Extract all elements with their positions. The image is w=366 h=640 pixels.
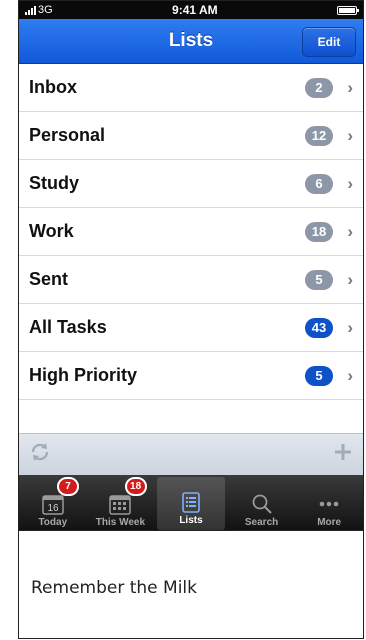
count-badge: 5 <box>305 269 333 290</box>
tab-this-week[interactable]: 18 This Week <box>87 475 155 530</box>
search-icon <box>250 493 274 515</box>
count-badge: 5 <box>305 365 333 386</box>
list-row-inbox[interactable]: Inbox 2 › <box>19 64 363 112</box>
carrier-label: 3G <box>38 4 53 16</box>
app-caption: Remember the Milk <box>31 578 197 598</box>
list-label: Work <box>29 221 74 241</box>
navigation-bar: Lists Edit <box>19 19 363 64</box>
refresh-icon[interactable] <box>29 441 51 469</box>
chevron-right-icon: › <box>347 221 353 241</box>
list-row-sent[interactable]: Sent 5 › <box>19 256 363 304</box>
chevron-right-icon: › <box>347 77 353 97</box>
tab-label: Search <box>244 517 279 528</box>
tab-badge: 18 <box>124 477 147 496</box>
battery-icon <box>336 5 359 15</box>
count-badge: 6 <box>305 173 333 194</box>
list-row-study[interactable]: Study 6 › <box>19 160 363 208</box>
bottom-toolbar <box>19 433 363 475</box>
tab-label: More <box>317 517 342 528</box>
chevron-right-icon: › <box>347 317 353 337</box>
chevron-right-icon: › <box>347 173 353 193</box>
clock: 9:41 AM <box>172 3 218 17</box>
status-bar: 3G 9:41 AM <box>19 1 363 19</box>
signal-indicator: 3G <box>25 4 53 16</box>
count-badge: 43 <box>305 317 333 338</box>
list-label: High Priority <box>29 365 138 385</box>
list-label: Study <box>29 173 80 193</box>
plus-icon[interactable] <box>333 442 353 468</box>
tab-lists[interactable]: Lists <box>157 477 225 530</box>
today-day-number: 16 <box>47 503 59 514</box>
list-label: Personal <box>29 125 106 145</box>
phone-screen: 3G 9:41 AM Lists Edit Inbox 2 › Personal… <box>18 0 364 531</box>
lists-table: Inbox 2 › Personal 12 › Study 6 › Work 1… <box>19 64 363 400</box>
lists-icon <box>179 491 203 513</box>
calendar-week-icon <box>108 493 132 515</box>
tab-label: Today <box>38 517 68 528</box>
tab-more[interactable]: More <box>295 475 363 530</box>
tab-label: This Week <box>95 517 146 528</box>
chevron-right-icon: › <box>347 125 353 145</box>
caption-panel: Remember the Milk <box>18 531 364 639</box>
count-badge: 18 <box>305 221 333 242</box>
tab-label: Lists <box>179 515 203 526</box>
list-row-all-tasks[interactable]: All Tasks 43 › <box>19 304 363 352</box>
list-label: Sent <box>29 269 69 289</box>
tab-badge: 7 <box>57 477 79 496</box>
tab-bar: 16 7 Today 18 This Week Lists Search Mor… <box>19 475 363 530</box>
edit-button[interactable]: Edit <box>302 27 356 57</box>
list-label: Inbox <box>29 77 77 97</box>
tab-search[interactable]: Search <box>228 475 296 530</box>
chevron-right-icon: › <box>347 269 353 289</box>
chevron-right-icon: › <box>347 365 353 385</box>
count-badge: 2 <box>305 77 333 98</box>
list-label: All Tasks <box>29 317 107 337</box>
count-badge: 12 <box>305 125 333 146</box>
list-row-high-priority[interactable]: High Priority 5 › <box>19 352 363 400</box>
page-title: Lists <box>168 30 214 51</box>
tab-today[interactable]: 16 7 Today <box>19 475 87 530</box>
list-row-personal[interactable]: Personal 12 › <box>19 112 363 160</box>
list-row-work[interactable]: Work 18 › <box>19 208 363 256</box>
signal-bars-icon <box>25 5 36 15</box>
more-icon <box>317 493 341 515</box>
calendar-day-icon: 16 <box>41 493 65 515</box>
